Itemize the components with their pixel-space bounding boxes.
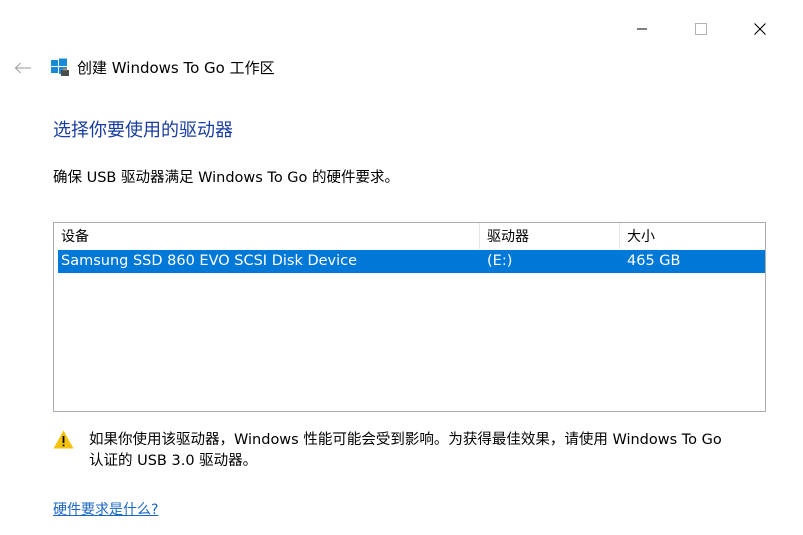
maximize-icon <box>695 23 707 35</box>
windows-to-go-wizard-window: 创建 Windows To Go 工作区 选择你要使用的驱动器 确保 USB 驱… <box>0 0 803 535</box>
column-header-drive[interactable]: 驱动器 <box>480 223 620 249</box>
drive-row-selected[interactable]: Samsung SSD 860 EVO SCSI Disk Device (E:… <box>58 250 765 273</box>
window-title: 创建 Windows To Go 工作区 <box>77 59 275 77</box>
maximize-button[interactable] <box>686 14 716 44</box>
back-arrow-icon <box>14 62 31 74</box>
close-button[interactable] <box>745 14 775 44</box>
drive-device-name: Samsung SSD 860 EVO SCSI Disk Device <box>61 253 358 269</box>
windows-logo-usb-icon <box>51 58 69 76</box>
close-icon <box>754 23 766 35</box>
column-header-device[interactable]: 设备 <box>54 223 480 249</box>
minimize-icon <box>637 28 647 30</box>
back-button[interactable] <box>10 56 36 80</box>
hardware-requirements-link[interactable]: 硬件要求是什么? <box>53 500 158 520</box>
minimize-button[interactable] <box>627 14 657 44</box>
column-header-size[interactable]: 大小 <box>620 223 765 249</box>
drive-list[interactable]: 设备 驱动器 大小 Samsung SSD 860 EVO SCSI Disk … <box>53 222 766 412</box>
drive-size: 465 GB <box>627 253 681 269</box>
warning-message: 如果你使用该驱动器，Windows 性能可能会受到影响。为获得最佳效果，请使用 … <box>89 432 722 469</box>
warning-triangle-icon <box>53 430 74 449</box>
drive-list-header: 设备 驱动器 大小 <box>54 223 765 249</box>
page-heading: 选择你要使用的驱动器 <box>53 120 233 141</box>
page-instruction: 确保 USB 驱动器满足 Windows To Go 的硬件要求。 <box>53 170 400 186</box>
drive-letter: (E:) <box>487 253 513 269</box>
